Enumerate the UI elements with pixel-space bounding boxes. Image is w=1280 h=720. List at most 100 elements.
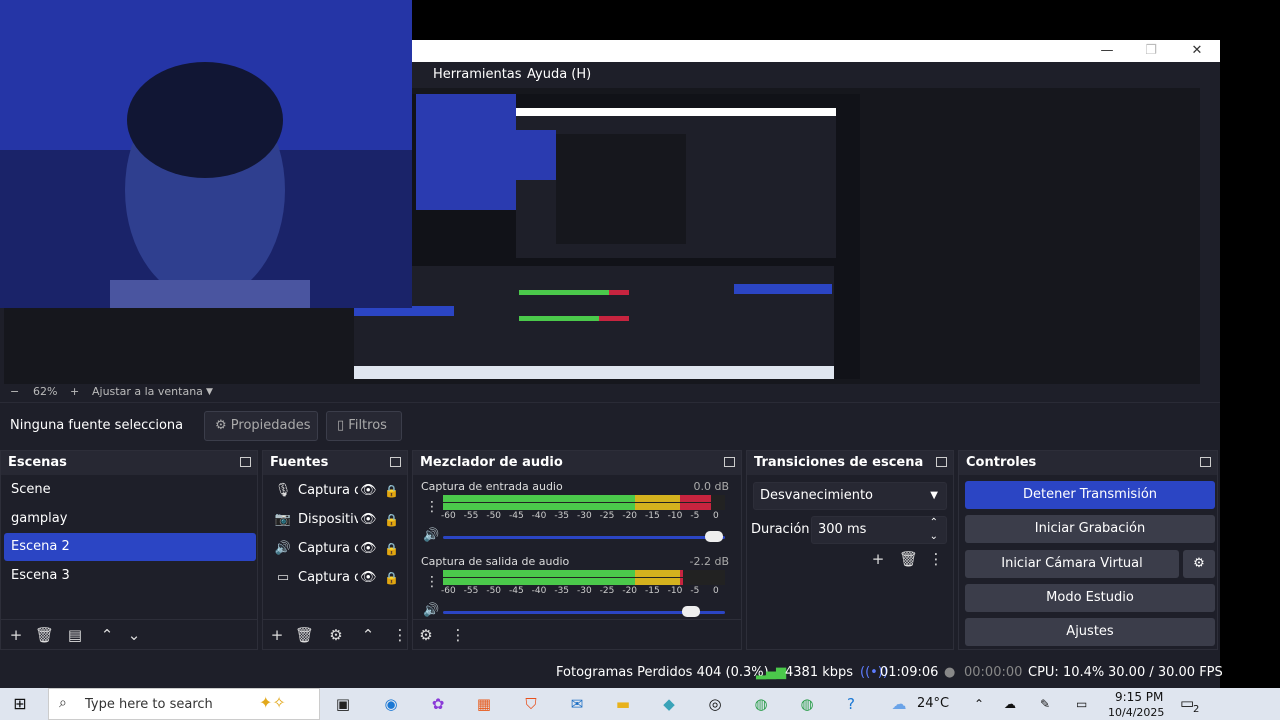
move-down-icon[interactable]: ⌄ (125, 626, 143, 644)
mixer-channels: Captura de entrada audio 0.0 dB ⋮ -60 -55… (413, 475, 741, 619)
volume-slider-track[interactable] (443, 536, 725, 539)
move-up-icon[interactable]: ⌃ (359, 626, 377, 644)
studio-mode-button[interactable]: Modo Estudio (965, 584, 1215, 612)
undock-icon[interactable] (936, 457, 947, 467)
undock-icon[interactable] (390, 457, 401, 467)
cpu-usage: CPU: 10.4% (1028, 665, 1105, 680)
properties-label: Propiedades (230, 418, 311, 433)
task-view-icon[interactable]: ▣ (332, 694, 354, 714)
filters-button[interactable]: ▯ Filtros (326, 411, 402, 441)
properties-button[interactable]: ⚙ Propiedades (204, 411, 318, 441)
edge-icon[interactable]: ◉ (380, 694, 402, 714)
scale-tick-label: -5 (690, 586, 700, 596)
file-explorer-icon[interactable]: ▬ (612, 694, 634, 714)
store-icon[interactable]: ▦ (473, 694, 495, 714)
volume-slider-handle[interactable] (704, 531, 723, 542)
close-icon[interactable]: ✕ (1182, 42, 1212, 60)
scene-item[interactable]: gamplay (4, 505, 256, 533)
source-item[interactable]: 🔊 Captura d 👁 🔒 (267, 535, 407, 563)
duration-value: 300 ms (818, 522, 867, 537)
add-icon[interactable]: + (268, 626, 286, 644)
chevron-down-icon[interactable]: ▼ (206, 387, 213, 397)
obs-icon[interactable]: ◎ (704, 694, 726, 714)
network-icon[interactable]: ☁ (1004, 697, 1016, 711)
eye-icon[interactable]: 👁 (360, 512, 377, 528)
maximize-icon[interactable]: ❐ (1136, 42, 1166, 60)
eye-icon[interactable]: 👁 (360, 541, 377, 557)
advanced-audio-icon[interactable]: ⚙ (417, 626, 435, 644)
more-icon[interactable]: ⋮ (425, 574, 439, 590)
virtual-camera-settings-button[interactable]: ⚙ (1183, 550, 1215, 578)
menu-ayuda[interactable]: Ayuda (H) (527, 67, 591, 82)
lock-icon[interactable]: 🔒 (384, 512, 399, 528)
undock-icon[interactable] (724, 457, 735, 467)
microphone-icon: 🎙 (274, 483, 292, 498)
copilot-icon[interactable]: ✿ (427, 694, 449, 714)
more-icon[interactable]: ⋮ (425, 499, 439, 515)
settings-button[interactable]: Ajustes (965, 618, 1215, 646)
taskbar-search[interactable]: ⌕ Type here to search ✦✧ (48, 688, 320, 720)
eye-icon[interactable]: 👁 (360, 570, 377, 586)
zoom-out-button[interactable]: − (10, 385, 19, 398)
weather-temp[interactable]: 24°C (917, 696, 949, 711)
gear-icon[interactable]: ⚙ (327, 626, 345, 644)
chevron-down-icon: ▼ (930, 490, 938, 501)
recursive-preview-graphic (354, 94, 860, 379)
source-item[interactable]: ▭ Captura d 👁 🔒 (267, 564, 407, 592)
undock-icon[interactable] (1200, 457, 1211, 467)
speaker-icon[interactable]: 🔊 (423, 528, 439, 543)
display-icon[interactable]: ▭ (1076, 697, 1087, 711)
trash-icon[interactable]: 🗑 (899, 550, 918, 568)
scene-item[interactable]: Scene (4, 476, 256, 504)
more-icon[interactable]: ⋮ (391, 626, 409, 644)
windows-start-icon[interactable]: ⊞ (10, 695, 30, 713)
fit-window-dropdown[interactable]: Ajustar a la ventana (92, 385, 203, 398)
undock-icon[interactable] (240, 457, 251, 467)
pen-icon[interactable]: ✎ (1040, 697, 1050, 711)
stop-streaming-button[interactable]: Detener Transmisión (965, 481, 1215, 509)
chevron-up-icon[interactable]: ⌃ (974, 697, 984, 711)
source-item[interactable]: 📷 Dispositiv 👁 🔒 (267, 506, 407, 534)
source-item[interactable]: 🎙 Captura d 👁 🔒 (267, 477, 407, 505)
transition-selected: Desvanecimiento (760, 488, 874, 503)
eye-icon[interactable]: 👁 (360, 483, 377, 499)
lock-icon[interactable]: 🔒 (384, 541, 399, 557)
scale-tick-label: -25 (599, 511, 615, 521)
app-icon[interactable]: ◆ (658, 694, 680, 714)
menu-herramientas[interactable]: Herramientas (433, 67, 522, 82)
help-icon[interactable]: ? (840, 694, 862, 714)
add-icon[interactable]: + (7, 626, 25, 644)
clock-date[interactable]: 10/4/2025 (1108, 706, 1164, 719)
scale-tick-label: -5 (690, 511, 700, 521)
chrome-icon[interactable]: ◍ (796, 694, 818, 714)
taskbar: ⊞ ⌕ Type here to search ✦✧ ▣ ◉ ✿ ▦ ⛉ ✉ ▬… (0, 688, 1280, 720)
minimize-icon[interactable]: — (1092, 42, 1122, 60)
more-icon[interactable]: ⋮ (927, 550, 945, 568)
clock-time[interactable]: 9:15 PM (1115, 690, 1163, 704)
scale-tick-label: -30 (577, 511, 592, 521)
chrome-icon[interactable]: ◍ (750, 694, 772, 714)
start-virtual-camera-button[interactable]: Iniciar Cámara Virtual (965, 550, 1179, 578)
outlook-icon[interactable]: ✉ (566, 694, 588, 714)
bitrate: 4381 kbps (785, 665, 854, 680)
more-icon[interactable]: ⋮ (449, 626, 467, 644)
trash-icon[interactable]: 🗑 (295, 626, 314, 644)
chevron-down-icon[interactable]: ⌄ (930, 524, 938, 550)
transition-select[interactable]: Desvanecimiento ▼ (753, 482, 947, 510)
lock-icon[interactable]: 🔒 (384, 483, 399, 499)
scale-tick-label: -35 (554, 586, 570, 596)
trash-icon[interactable]: 🗑 (35, 626, 54, 644)
filter-icon[interactable]: ▤ (66, 626, 84, 644)
add-icon[interactable]: + (869, 550, 887, 568)
brave-icon[interactable]: ⛉ (520, 694, 542, 714)
scene-item-active[interactable]: Escena 2 (4, 533, 256, 561)
duration-spinbox[interactable]: 300 ms ⌃ ⌄ (811, 516, 947, 544)
volume-slider-handle[interactable] (682, 606, 701, 617)
speaker-icon[interactable]: 🔊 (423, 603, 439, 618)
volume-meter (443, 570, 725, 585)
scene-item[interactable]: Escena 3 (4, 562, 256, 590)
zoom-in-button[interactable]: + (70, 385, 79, 398)
move-up-icon[interactable]: ⌃ (98, 626, 116, 644)
lock-icon[interactable]: 🔒 (384, 570, 399, 586)
start-recording-button[interactable]: Iniciar Grabación (965, 515, 1215, 543)
